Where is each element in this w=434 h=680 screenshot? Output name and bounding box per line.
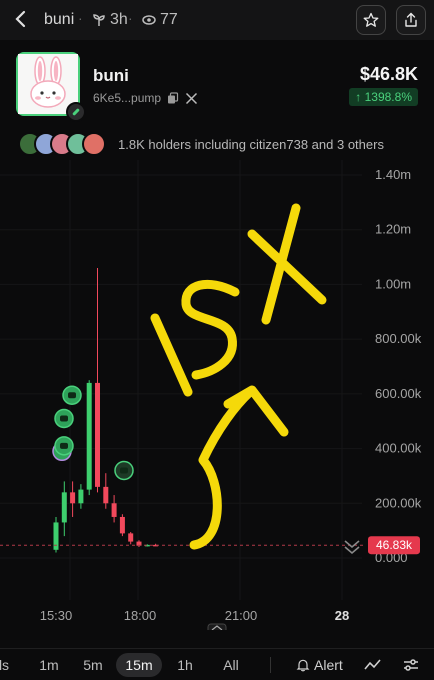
annotation-15x xyxy=(150,203,327,550)
holders-summary: 1.8K holders including citizen738 and 3 … xyxy=(118,136,384,152)
price-change-badge: ↑ 1398.8% xyxy=(349,88,418,106)
candle-body xyxy=(78,489,84,504)
candle-body xyxy=(128,533,134,542)
annotation-s xyxy=(181,279,240,380)
scroll-to-latest-icon[interactable] xyxy=(344,540,360,555)
favorite-button[interactable] xyxy=(356,5,386,35)
copy-icon[interactable] xyxy=(167,92,179,104)
trade-markers xyxy=(52,385,134,481)
x-twitter-icon[interactable] xyxy=(185,92,198,105)
candle-body xyxy=(95,382,100,487)
trade-marker-glyph xyxy=(120,467,128,474)
y-tick-label: 600.00k xyxy=(375,386,422,401)
timeframe-1m[interactable]: 1m xyxy=(32,653,66,677)
annotation-one xyxy=(150,313,193,397)
alert-button[interactable]: Alert xyxy=(296,653,343,677)
view-count: 77 xyxy=(142,11,178,29)
divider xyxy=(270,657,271,673)
y-tick-label: 1.40m xyxy=(375,167,411,182)
timeframe-5m[interactable]: 5m xyxy=(76,653,110,677)
trade-marker-glyph xyxy=(60,442,68,449)
holders-row[interactable]: 1.8K holders including citizen738 and 3 … xyxy=(18,131,384,157)
share-icon xyxy=(405,12,417,27)
candle-body xyxy=(86,382,92,490)
bell-icon xyxy=(296,659,310,672)
candle-body xyxy=(61,492,67,523)
x-tick-label: 15:30 xyxy=(40,608,73,623)
token-age: 3h xyxy=(92,11,128,29)
indicator-icon[interactable] xyxy=(364,657,382,673)
sprout-icon xyxy=(93,14,105,26)
x-tick-label: 18:00 xyxy=(124,608,157,623)
share-button[interactable] xyxy=(396,5,426,35)
candle-body xyxy=(111,503,117,517)
eye-icon xyxy=(142,15,156,25)
y-tick-label: 200.00k xyxy=(375,495,422,510)
candle-body xyxy=(119,516,125,534)
settings-sliders-icon[interactable] xyxy=(402,657,420,673)
timeframe-ls[interactable]: ls xyxy=(0,653,16,677)
top-bar: buni · 3h · 77 xyxy=(0,0,434,40)
timeframe-bar: ls 1m 5m 15m 1h All Alert xyxy=(0,648,434,680)
holder-avatar xyxy=(82,132,106,156)
token-logo[interactable] xyxy=(16,52,86,122)
trade-marker-glyph xyxy=(68,392,76,399)
annotation-arrow-shaft xyxy=(189,387,255,550)
timeframe-15m[interactable]: 15m xyxy=(116,653,162,677)
token-price: $46.8K xyxy=(359,64,418,84)
trade-marker-glyph xyxy=(60,415,68,422)
y-tick-label: 1.00m xyxy=(375,276,411,291)
price-label-tag: 46.83k xyxy=(368,536,420,555)
y-axis: 1.40m 1.20m 1.00m 800.00k 600.00k 400.00k 200.… xyxy=(375,167,422,565)
pill-icon[interactable] xyxy=(66,102,86,122)
separator: · xyxy=(128,10,133,26)
x-tick-label: 28 xyxy=(335,608,349,623)
x-axis: 15:30 18:00 21:00 28 xyxy=(40,608,350,623)
y-tick-label: 1.20m xyxy=(375,222,411,237)
timeframe-1h[interactable]: 1h xyxy=(170,653,200,677)
current-price-label: 46.83k xyxy=(376,538,413,552)
price-chart[interactable]: 1.40m 1.20m 1.00m 800.00k 600.00k 400.00k 200.… xyxy=(0,160,434,630)
candle-body xyxy=(53,522,59,550)
candle-body xyxy=(70,492,76,504)
token-name: buni xyxy=(93,66,129,85)
candle-body xyxy=(103,486,109,504)
star-icon xyxy=(363,12,379,27)
annotation-x-b xyxy=(261,203,301,325)
token-address: 6Ke5...pump xyxy=(93,91,198,105)
timeframe-all[interactable]: All xyxy=(214,653,248,677)
y-tick-label: 400.00k xyxy=(375,441,422,456)
expand-chart-button[interactable] xyxy=(207,623,227,630)
back-icon[interactable] xyxy=(12,8,30,30)
page-title: buni xyxy=(44,11,75,28)
y-tick-label: 800.00k xyxy=(375,331,422,346)
separator: · xyxy=(78,10,83,26)
x-tick-label: 21:00 xyxy=(225,608,258,623)
